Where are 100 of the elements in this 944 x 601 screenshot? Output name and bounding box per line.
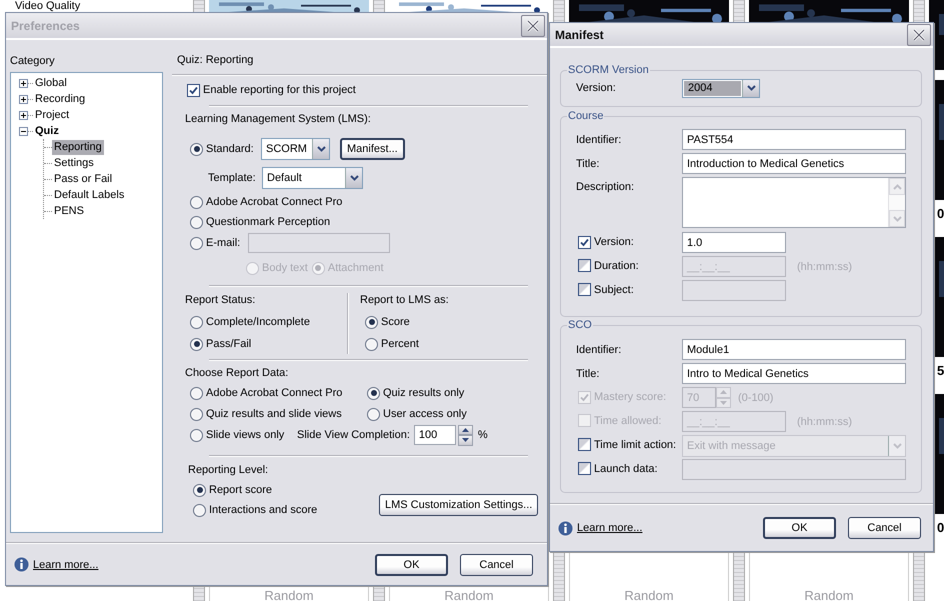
chevron-icon: [892, 184, 902, 190]
chevron-icon: [350, 175, 358, 181]
checkbox[interactable]: Version:: [578, 234, 634, 250]
text-field[interactable]: Intro to Medical Genetics: [682, 363, 906, 384]
radio-button[interactable]: Pass/Fail: [190, 336, 252, 352]
radio-button[interactable]: Interactions and score: [193, 502, 318, 518]
ok-button[interactable]: OK: [375, 554, 448, 576]
text-field[interactable]: [682, 280, 786, 301]
tree-item[interactable]: Recording: [33, 92, 88, 106]
check-icon: [579, 236, 590, 248]
section-label: Report to LMS as:: [360, 293, 449, 308]
spin-buttons[interactable]: [458, 424, 473, 446]
field-label: Title:: [576, 158, 600, 170]
check-icon: [579, 392, 590, 403]
number-field[interactable]: 100: [414, 425, 456, 445]
radio-button[interactable]: Standard:: [190, 141, 254, 157]
collapse-icon[interactable]: [19, 126, 28, 136]
radio-button[interactable]: Complete/Incomplete: [190, 314, 310, 330]
section-label: Choose Report Data:: [185, 367, 288, 379]
field-label: Version:: [576, 82, 617, 94]
text-area[interactable]: [682, 177, 906, 228]
section-label: Learning Management System (LMS):: [185, 113, 371, 125]
chevron-icon: [892, 216, 902, 222]
field-label: Title:: [576, 368, 600, 380]
radio-button[interactable]: E-mail:: [190, 235, 240, 251]
email-field[interactable]: [248, 233, 390, 253]
scroll-bar[interactable]: [888, 178, 905, 227]
down-arrow-icon: [720, 400, 727, 405]
learn-more-link[interactable]: Learn more...: [577, 522, 642, 534]
group-title: SCO: [567, 319, 593, 331]
expand-icon[interactable]: [19, 110, 28, 120]
radio-button[interactable]: Adobe Acrobat Connect Pro: [190, 385, 342, 401]
unit-label: %: [478, 429, 488, 441]
radio-button[interactable]: User access only: [367, 406, 467, 422]
tree-item[interactable]: PENS: [52, 204, 86, 218]
standard-dropdown[interactable]: SCORM: [261, 138, 330, 160]
tree-item[interactable]: Global: [33, 76, 69, 90]
ok-button[interactable]: OK: [763, 517, 836, 539]
text-field[interactable]: PAST554: [682, 129, 906, 150]
text-field[interactable]: [682, 459, 906, 480]
template-dropdown[interactable]: Default: [262, 167, 363, 189]
checkbox[interactable]: Duration:: [578, 258, 639, 274]
slide-label: Random: [444, 588, 494, 601]
close-button[interactable]: [907, 24, 931, 46]
expand-icon[interactable]: [19, 78, 28, 88]
slide-label: Random: [804, 588, 854, 601]
down-arrow-icon: [462, 438, 469, 442]
window-title: Preferences: [11, 18, 80, 32]
version-dropdown[interactable]: 2004: [682, 78, 760, 98]
tree-item[interactable]: Reporting: [52, 140, 104, 154]
text-field[interactable]: 1.0: [682, 232, 786, 253]
radio-button[interactable]: Quiz results and slide views: [190, 406, 342, 422]
radio-button[interactable]: Percent: [365, 336, 419, 352]
expand-icon[interactable]: [19, 94, 28, 104]
hint-text: (hh:mm:ss): [797, 260, 852, 272]
close-button[interactable]: [521, 14, 545, 36]
field-label: Template:: [208, 172, 257, 184]
radio-button[interactable]: Score: [365, 314, 410, 330]
slide-label: Random: [264, 588, 314, 601]
group-title: Course: [567, 110, 604, 122]
tree-item[interactable]: Quiz: [33, 124, 61, 138]
lms-customization-button[interactable]: LMS Customization Settings...: [379, 494, 538, 516]
hint-text: (0-100): [738, 392, 774, 404]
slide-label: Random: [624, 588, 674, 601]
checkbox[interactable]: Subject:: [578, 282, 634, 298]
learn-more-link[interactable]: Learn more...: [33, 558, 98, 570]
field-label: Identifier:: [576, 134, 622, 146]
info-icon: [14, 557, 29, 572]
checkbox[interactable]: Enable reporting for this project: [187, 82, 356, 98]
up-arrow-icon: [720, 390, 727, 394]
section-label: Reporting Level:: [188, 463, 270, 478]
radio-button[interactable]: Quiz results only: [367, 385, 464, 401]
slide-number: 5: [937, 363, 944, 378]
list-item[interactable]: Video Quality: [15, 0, 193, 13]
radio-button[interactable]: Slide views only: [190, 427, 284, 443]
text-field[interactable]: Module1: [682, 339, 906, 360]
cancel-button[interactable]: Cancel: [848, 517, 921, 539]
radio-button[interactable]: Questionmark Perception: [190, 214, 330, 230]
panel-title: Quiz: Reporting: [176, 54, 254, 68]
checkbox[interactable]: Launch data:: [578, 460, 658, 477]
manifest-button[interactable]: Manifest...: [340, 138, 405, 160]
tree-item[interactable]: Project: [33, 108, 72, 122]
text-field[interactable]: Introduction to Medical Genetics: [682, 153, 906, 174]
slide-number: 0: [937, 206, 944, 221]
group-title: SCORM Version: [567, 64, 650, 76]
radio-button[interactable]: Report score: [193, 482, 272, 498]
tree-item[interactable]: Pass or Fail: [52, 172, 114, 186]
section-label: Report Status:: [185, 293, 256, 308]
tree-item[interactable]: Default Labels: [52, 188, 126, 202]
checkbox[interactable]: Time limit action:: [578, 436, 676, 453]
field-label: Description:: [576, 180, 636, 193]
cancel-button[interactable]: Cancel: [460, 554, 533, 576]
chevron-icon: [746, 85, 756, 91]
field-label: Slide View Completion:: [297, 429, 410, 441]
chevron-icon: [316, 146, 326, 152]
radio-button[interactable]: Adobe Acrobat Connect Pro: [190, 194, 342, 210]
close-icon: [912, 28, 926, 42]
check-icon: [188, 84, 199, 96]
chevron-icon: [892, 442, 902, 448]
tree-item[interactable]: Settings: [52, 156, 96, 170]
